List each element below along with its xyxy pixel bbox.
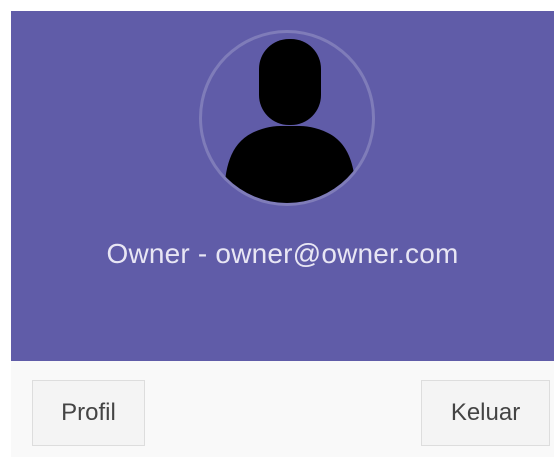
user-footer: Profil Keluar: [11, 361, 554, 457]
user-header: Owner - owner@owner.com: [11, 11, 554, 361]
avatar: [199, 30, 375, 206]
user-dropdown-menu: Owner - owner@owner.com Profil Keluar: [11, 11, 554, 457]
user-name-email: Owner - owner@owner.com: [106, 238, 459, 269]
logout-button[interactable]: Keluar: [421, 380, 550, 446]
user-silhouette-icon: [224, 39, 356, 203]
profile-button[interactable]: Profil: [32, 380, 145, 446]
